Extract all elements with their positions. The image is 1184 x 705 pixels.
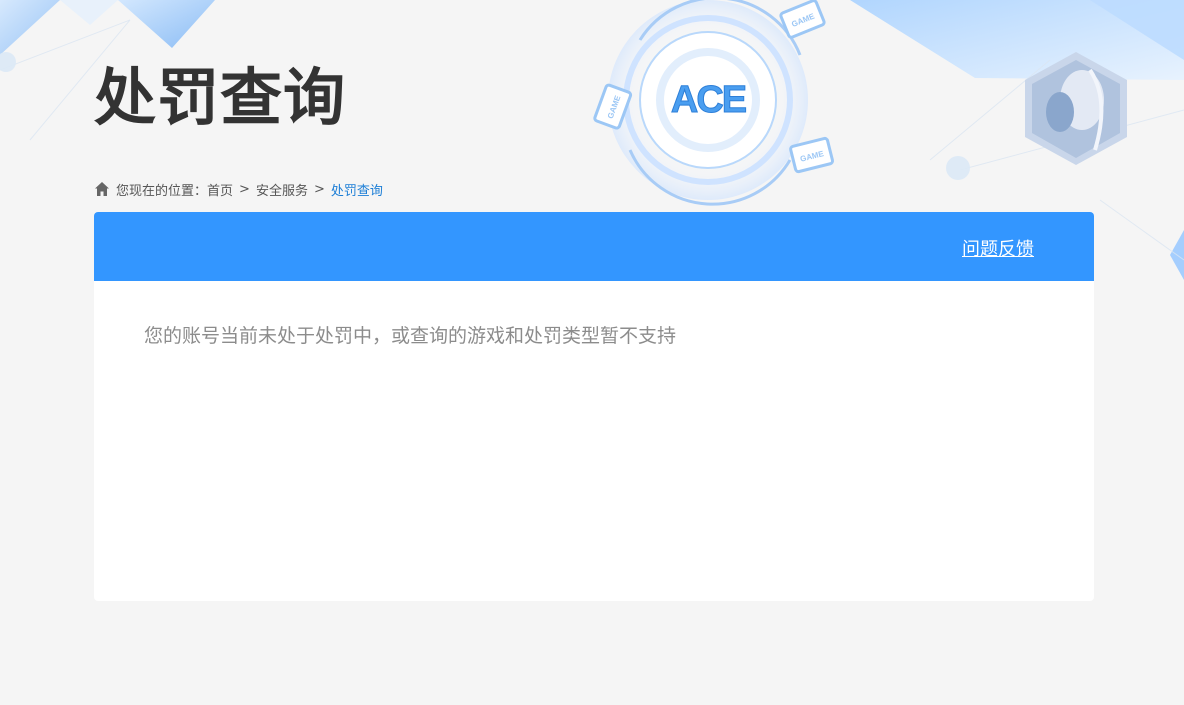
breadcrumb-item-current: 处罚查询 [330,183,383,199]
card-body: 您的账号当前未处于处罚中，或查询的游戏和处罚类型暂不支持 [94,281,1094,388]
breadcrumb-separator: > [239,181,250,197]
svg-text:GAME: GAME [799,149,825,164]
page-title: 处罚查询 [94,61,347,134]
svg-text:GAME: GAME [606,94,623,120]
card-header: 问题反馈 [94,212,1094,281]
result-message: 您的账号当前未处于处罚中，或查询的游戏和处罚类型暂不支持 [144,325,677,347]
breadcrumb-item-security-service[interactable]: 安全服务 [256,180,308,199]
breadcrumb-separator: > [313,181,325,197]
svg-text:ACE: ACE [671,79,746,121]
ace-logo-graphic: ACE GAME GAME GAME [593,0,835,206]
home-icon [95,182,109,196]
breadcrumb-item-home[interactable]: 首页 [207,180,233,199]
hexagon-character-image [1025,52,1127,165]
result-card: 问题反馈 您的账号当前未处于处罚中，或查询的游戏和处罚类型暂不支持 [94,212,1094,601]
breadcrumb: 您现在的位置： 首页 > 安全服务 > 处罚查询 [94,179,383,199]
feedback-link[interactable]: 问题反馈 [962,235,1034,261]
svg-text:GAME: GAME [790,11,816,29]
breadcrumb-prefix: 您现在的位置： [116,183,208,199]
